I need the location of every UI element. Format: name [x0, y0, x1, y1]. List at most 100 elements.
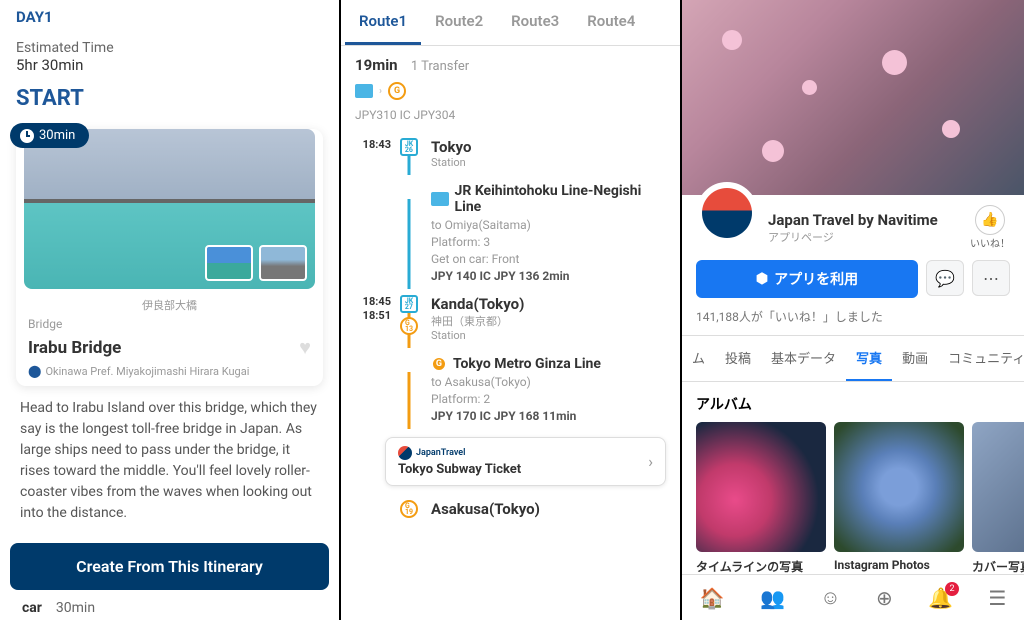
messenger-button[interactable]: 💬 [926, 260, 964, 296]
thumbnail[interactable] [205, 245, 253, 281]
route-tab[interactable]: Route4 [573, 0, 649, 45]
segment-fare: JPY 170 IC JPY 168 11min [431, 409, 666, 423]
fb-tabs: ム投稿基本データ写真動画コミュニティ [682, 335, 1024, 382]
page-subtitle: アプリページ [768, 229, 938, 245]
route-tabs: Route1Route2Route3Route4 [341, 0, 680, 46]
thumbs-up-icon: 👍 [975, 205, 1005, 235]
segment-fare: JPY 140 IC JPY 136 2min [431, 269, 666, 283]
fare-text: JPY310 IC JPY304 [355, 108, 666, 122]
album-item[interactable]: Instagram Photos [834, 422, 964, 575]
poi-image[interactable] [24, 129, 315, 289]
page-avatar[interactable] [696, 182, 758, 244]
day-label: DAY1 [16, 8, 323, 26]
station-sub: 神田（東京都） [431, 313, 666, 329]
menu-icon[interactable]: ☰ [988, 586, 1006, 610]
route-step: 18:4518:51JK27G13Kanda(Tokyo)神田（東京都）Stat… [355, 289, 666, 348]
poi-name: Irabu Bridge [28, 338, 121, 358]
route-step: GTokyo Metro Ginza Line to Asakusa(Tokyo)… [355, 348, 666, 429]
album-thumbnail [834, 422, 964, 552]
album-caption: タイムラインの写真 [696, 558, 826, 575]
platform-info: Platform: 3 [431, 235, 666, 249]
station-name: Tokyo [431, 138, 666, 156]
album-title: アルバム [682, 382, 1024, 422]
car-info: Get on car: Front [431, 252, 666, 266]
album-caption: Instagram Photos [834, 558, 964, 572]
poi-card[interactable]: 30min 伊良部大橋 Bridge Irabu Bridge ♥ ⬤ Okin… [16, 129, 323, 386]
platform-info: Platform: 2 [431, 392, 666, 406]
japantravel-icon [398, 446, 412, 460]
fb-tab[interactable]: ム [682, 336, 715, 381]
likes-count: 141,188人が「いいね！」しました [682, 308, 1024, 335]
image-caption: 伊良部大橋 [16, 297, 323, 313]
route-tab[interactable]: Route3 [497, 0, 573, 45]
route-tab[interactable]: Route2 [421, 0, 497, 45]
favorite-icon[interactable]: ♥ [299, 335, 311, 360]
clock-icon [20, 129, 34, 143]
app-icon: ⬢ [756, 271, 768, 287]
album-item[interactable]: カバー写真 [972, 422, 1024, 575]
album-caption: カバー写真 [972, 558, 1024, 575]
next-segment: car30min [22, 600, 95, 616]
fb-tab[interactable]: 投稿 [715, 336, 761, 381]
route-step: JR Keihintohoku Line-Negishi Line to Omiy… [355, 175, 666, 289]
station-marker: JK26 [400, 138, 418, 156]
poi-location: ⬤ Okinawa Pref. Miyakojimashi Hirara Kug… [28, 364, 311, 378]
groups-icon[interactable]: ⊕ [876, 586, 893, 610]
station-marker: G13 [400, 317, 418, 335]
route-summary: 19min 1 Transfer › G JPY310 IC JPY304 [341, 46, 680, 132]
use-app-button[interactable]: ⬢ アプリを利用 [696, 260, 918, 298]
notifications-icon[interactable]: 🔔2 [928, 586, 953, 610]
route-duration: 19min [355, 56, 398, 74]
fb-tab[interactable]: 基本データ [761, 336, 846, 381]
train-icon [355, 84, 373, 98]
badge-text: 30min [39, 128, 75, 143]
station-name: Kanda(Tokyo) [431, 295, 666, 313]
duration-badge: 30min [10, 123, 89, 148]
album-row: タイムラインの写真 Instagram Photos カバー写真 [682, 422, 1024, 575]
line-name: JR Keihintohoku Line-Negishi Line [431, 183, 666, 215]
line-destination: to Asakusa(Tokyo) [431, 375, 666, 389]
page-header: Japan Travel by Navitime アプリページ 👍 いいね！ [682, 195, 1024, 260]
chevron-right-icon: › [648, 452, 653, 471]
thumbnail-row [205, 245, 307, 281]
poi-category: Bridge [28, 317, 311, 331]
route-tab[interactable]: Route1 [345, 0, 421, 45]
train-icon [431, 192, 449, 206]
ticket-card[interactable]: JapanTravelTokyo Subway Ticket› [385, 437, 666, 486]
route-icons: › G [355, 82, 666, 100]
station-marker: G19 [400, 500, 418, 518]
page-title: Japan Travel by Navitime [768, 211, 938, 229]
ginza-line-icon: G [431, 356, 447, 372]
ginza-line-icon: G [388, 82, 406, 100]
line-destination: to Omiya(Saitama) [431, 218, 666, 232]
route-step: G19 Asakusa(Tokyo) [355, 494, 666, 524]
facebook-panel: Japan Travel by Navitime アプリページ 👍 いいね！ ⬢… [682, 0, 1024, 620]
album-thumbnail [972, 422, 1024, 552]
transfer-count: 1 Transfer [411, 59, 469, 74]
fb-tab[interactable]: 動画 [892, 336, 938, 381]
profile-icon[interactable]: ☺ [820, 585, 840, 610]
cover-photo[interactable] [682, 0, 1024, 195]
route-steps: 18:43JK26TokyoStationJR Keihintohoku Lin… [341, 132, 680, 524]
station-sub: Station [431, 156, 666, 169]
like-button[interactable]: 👍 いいね！ [970, 205, 1010, 250]
more-button[interactable]: ⋯ [972, 260, 1010, 296]
route-step: 18:43JK26TokyoStation [355, 132, 666, 175]
notification-badge: 2 [945, 582, 959, 596]
fb-tab[interactable]: 写真 [846, 336, 892, 381]
bottom-nav: 🏠 👥 ☺ ⊕ 🔔2 ☰ [682, 574, 1024, 620]
friends-icon[interactable]: 👥 [760, 586, 785, 610]
album-item[interactable]: タイムラインの写真 [696, 422, 826, 575]
pin-icon: ⬤ [28, 364, 41, 378]
create-itinerary-button[interactable]: Create From This Itinerary [10, 543, 329, 590]
itinerary-panel: DAY1 Estimated Time 5hr 30min START 30mi… [0, 0, 341, 620]
station-name: Asakusa(Tokyo) [431, 500, 666, 518]
line-name: GTokyo Metro Ginza Line [431, 356, 666, 372]
home-icon[interactable]: 🏠 [700, 586, 725, 610]
thumbnail[interactable] [259, 245, 307, 281]
station-sub: Station [431, 329, 666, 342]
estimated-time: 5hr 30min [16, 56, 323, 74]
fb-tab[interactable]: コミュニティ [938, 336, 1024, 381]
album-thumbnail [696, 422, 826, 552]
chevron-right-icon: › [379, 86, 382, 97]
